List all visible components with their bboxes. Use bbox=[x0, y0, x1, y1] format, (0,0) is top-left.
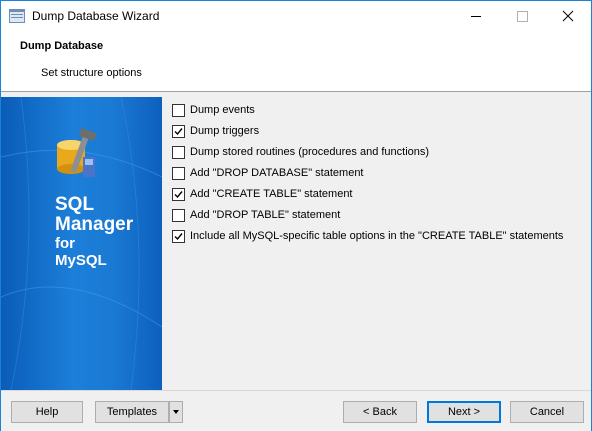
wizard-footer: Help Templates < Back Next > Cancel bbox=[1, 390, 591, 431]
dropdown-arrow-icon bbox=[173, 410, 179, 414]
page-title: Dump Database bbox=[20, 40, 104, 52]
window-title: Dump Database Wizard bbox=[32, 9, 160, 23]
checkmark-icon bbox=[174, 232, 183, 240]
checkbox[interactable] bbox=[172, 166, 185, 180]
maximize-icon bbox=[517, 11, 528, 22]
wizard-window: Dump Database Wizard Dump Database Set s… bbox=[0, 0, 592, 431]
option-mysql-table-options[interactable]: Include all MySQL-specific table options… bbox=[172, 228, 563, 244]
templates-label: Templates bbox=[106, 406, 158, 418]
back-label: < Back bbox=[363, 406, 397, 418]
next-label: Next > bbox=[447, 406, 481, 418]
brand-line-4: MySQL bbox=[55, 252, 107, 269]
checkbox[interactable] bbox=[172, 229, 185, 243]
option-label: Add "DROP TABLE" statement bbox=[190, 209, 341, 221]
option-label: Dump stored routines (procedures and fun… bbox=[190, 146, 430, 158]
option-dump-stored-routines[interactable]: Dump stored routines (procedures and fun… bbox=[172, 144, 429, 160]
product-banner: SQL Manager for MySQL bbox=[1, 97, 162, 390]
cancel-label: Cancel bbox=[529, 406, 565, 418]
sql-manager-logo-icon bbox=[57, 128, 97, 177]
option-label: Dump events bbox=[190, 104, 255, 116]
next-button[interactable]: Next > bbox=[427, 401, 501, 423]
brand-line-2: Manager bbox=[55, 214, 134, 235]
checkbox[interactable] bbox=[172, 145, 185, 159]
product-name: SQL Manager for MySQL bbox=[55, 194, 134, 270]
back-button[interactable]: < Back bbox=[343, 401, 417, 423]
close-button[interactable] bbox=[545, 1, 591, 31]
close-icon bbox=[562, 10, 574, 22]
title-bar: Dump Database Wizard bbox=[1, 1, 591, 31]
option-label: Include all MySQL-specific table options… bbox=[190, 230, 564, 242]
option-dump-triggers[interactable]: Dump triggers bbox=[172, 123, 259, 139]
brand-line-1: SQL bbox=[55, 194, 95, 215]
option-dump-events[interactable]: Dump events bbox=[172, 102, 255, 118]
app-icon bbox=[9, 9, 25, 23]
checkmark-icon bbox=[174, 127, 183, 135]
page-subtitle: Set structure options bbox=[41, 67, 142, 79]
option-drop-table[interactable]: Add "DROP TABLE" statement bbox=[172, 207, 340, 223]
option-create-table[interactable]: Add "CREATE TABLE" statement bbox=[172, 186, 353, 202]
checkbox[interactable] bbox=[172, 103, 185, 117]
help-button[interactable]: Help bbox=[11, 401, 83, 423]
option-label: Add "CREATE TABLE" statement bbox=[190, 188, 353, 200]
option-label: Add "DROP DATABASE" statement bbox=[190, 167, 364, 179]
minimize-icon bbox=[471, 16, 481, 17]
checkbox[interactable] bbox=[172, 208, 185, 222]
option-drop-database[interactable]: Add "DROP DATABASE" statement bbox=[172, 165, 364, 181]
maximize-button[interactable] bbox=[499, 1, 545, 31]
brand-line-3: for bbox=[55, 235, 75, 252]
wizard-header: Dump Database Set structure options bbox=[1, 31, 591, 92]
structure-options-panel: Dump events Dump triggers Dump stored ro… bbox=[162, 97, 591, 390]
option-label: Dump triggers bbox=[190, 125, 260, 137]
checkbox[interactable] bbox=[172, 124, 185, 138]
checkbox[interactable] bbox=[172, 187, 185, 201]
help-label: Help bbox=[35, 406, 59, 418]
checkmark-icon bbox=[174, 190, 183, 198]
cancel-button[interactable]: Cancel bbox=[510, 401, 584, 423]
minimize-button[interactable] bbox=[453, 1, 499, 31]
templates-dropdown-button[interactable] bbox=[169, 401, 183, 423]
templates-button[interactable]: Templates bbox=[95, 401, 169, 423]
